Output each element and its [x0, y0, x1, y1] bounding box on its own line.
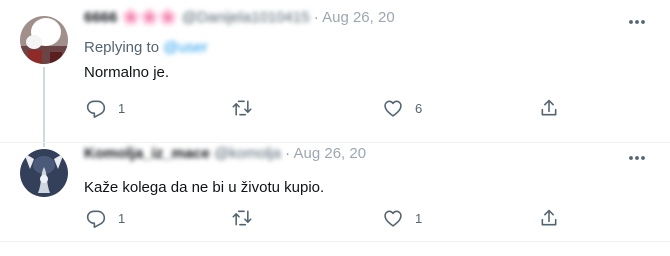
tweet-header: 6666 🌸🌸🌸 @Danijela1010415 · Aug 26, 20: [84, 8, 395, 26]
replying-label: Replying to: [84, 39, 160, 56]
retweet-button[interactable]: [232, 97, 264, 119]
more-icon[interactable]: [628, 155, 646, 161]
reply-count: 1: [118, 100, 126, 116]
reply-button[interactable]: 1: [86, 97, 125, 119]
tweet-text: Normalno je.: [84, 64, 170, 81]
share-button[interactable]: [539, 97, 559, 119]
like-button[interactable]: 1: [383, 207, 422, 229]
tweet-text: Kaže kolega da ne bi u životu kupio.: [84, 179, 325, 196]
reply-count: 1: [118, 210, 126, 226]
user-handle[interactable]: @Danijela1010415: [182, 9, 310, 26]
retweet-button[interactable]: [232, 207, 264, 229]
timeline-divider: [0, 241, 670, 242]
avatar[interactable]: [20, 16, 68, 64]
replying-handle[interactable]: @user: [163, 39, 207, 56]
display-name[interactable]: Komolja_iz_mace: [84, 145, 210, 162]
avatar[interactable]: [20, 149, 68, 197]
separator-dot: ·: [313, 9, 319, 26]
display-name[interactable]: 6666 🌸🌸🌸: [84, 9, 178, 26]
retweet-icon: [232, 100, 252, 116]
tweet-header: Komolja_iz_mace @komolja · Aug 26, 20: [84, 145, 366, 162]
reply-button[interactable]: 1: [86, 207, 125, 229]
tweet-reply-1[interactable]: 6666 🌸🌸🌸 @Danijela1010415 · Aug 26, 20 R…: [0, 0, 670, 147]
share-button[interactable]: [539, 207, 559, 229]
like-button[interactable]: 6: [383, 97, 422, 119]
tweet-date[interactable]: Aug 26, 20: [322, 9, 395, 26]
share-icon: [541, 99, 557, 116]
retweet-icon: [232, 210, 252, 226]
reply-icon: [86, 210, 106, 228]
tweet-date[interactable]: Aug 26, 20: [294, 145, 367, 162]
tweet-reply-2[interactable]: Komolja_iz_mace @komolja · Aug 26, 20 Ka…: [0, 142, 670, 243]
like-icon: [384, 100, 402, 117]
reply-icon: [86, 100, 106, 118]
user-handle[interactable]: @komolja: [214, 145, 281, 162]
like-count: 6: [415, 100, 423, 116]
more-icon[interactable]: [628, 19, 646, 25]
share-icon: [541, 209, 557, 226]
replying-to: Replying to @user: [84, 39, 208, 56]
like-count: 1: [415, 210, 423, 226]
thread-line: [43, 67, 45, 147]
like-icon: [384, 210, 402, 227]
separator-dot: ·: [285, 145, 291, 162]
